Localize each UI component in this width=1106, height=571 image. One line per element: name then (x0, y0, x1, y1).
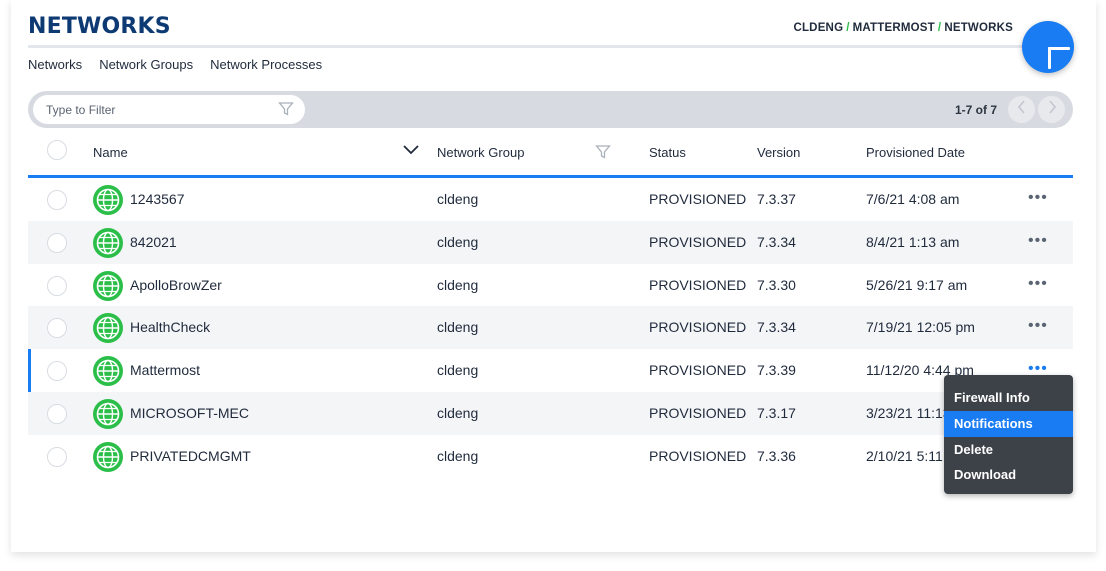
table-row[interactable]: 1243567 cldeng PROVISIONED 7.3.37 7/6/21… (28, 178, 1073, 221)
chevron-down-icon[interactable] (402, 144, 420, 159)
subnav-networks[interactable]: Networks (28, 57, 82, 72)
row-checkbox[interactable] (47, 232, 67, 253)
table-row[interactable]: ApolloBrowZer cldeng PROVISIONED 7.3.30 … (28, 264, 1073, 307)
network-name[interactable]: PRIVATEDCMGMT (130, 448, 251, 464)
column-header-name[interactable]: Name (93, 145, 128, 160)
breadcrumb-item-org[interactable]: CLDENG (793, 22, 843, 34)
network-name[interactable]: MICROSOFT-MEC (130, 405, 249, 421)
page-title: NETWORKS (28, 14, 171, 39)
network-group: cldeng (437, 362, 479, 379)
select-all-checkbox[interactable] (47, 140, 67, 160)
subnav-network-processes[interactable]: Network Processes (210, 57, 322, 72)
title-divider (28, 45, 1068, 48)
column-header-status[interactable]: Status (649, 145, 686, 160)
network-version: 7.3.37 (757, 191, 796, 207)
network-group: cldeng (437, 319, 479, 336)
network-version: 7.3.39 (757, 362, 796, 379)
sub-navigation: Networks Network Groups Network Processe… (28, 57, 322, 72)
provisioned-date: 8/4/21 1:13 am (866, 233, 960, 250)
filter-input[interactable] (33, 95, 305, 124)
network-status: PROVISIONED (649, 233, 747, 250)
column-header-provisioned-date[interactable]: Provisioned Date (866, 145, 965, 160)
table-row-selected[interactable]: Mattermost cldeng PROVISIONED 7.3.39 11/… (28, 349, 1073, 392)
globe-icon (92, 441, 124, 476)
menu-item-firewall-info[interactable]: Firewall Info (944, 385, 1073, 411)
network-group: cldeng (437, 447, 479, 464)
table-row[interactable]: PRIVATEDCMGMT cldeng PROVISIONED 7.3.36 … (28, 435, 1073, 478)
row-checkbox[interactable] (47, 275, 67, 296)
more-actions-button[interactable]: ••• (1028, 232, 1048, 250)
row-checkbox[interactable] (47, 361, 67, 382)
pagination-count: 1-7 of 7 (955, 103, 998, 117)
networks-table: Name Network Group Status Version Provis… (28, 135, 1073, 478)
menu-item-notifications[interactable]: Notifications (944, 410, 1073, 437)
menu-item-download[interactable]: Download (944, 462, 1073, 488)
provisioned-date: 5/26/21 9:17 am (866, 276, 968, 293)
network-version: 7.3.17 (757, 404, 796, 421)
more-actions-button[interactable]: ••• (1028, 189, 1048, 207)
provisioned-date: 7/19/21 12:05 pm (866, 319, 975, 336)
menu-item-delete[interactable]: Delete (944, 437, 1073, 463)
table-row[interactable]: HealthCheck cldeng PROVISIONED 7.3.34 7/… (28, 306, 1073, 350)
network-group: cldeng (437, 404, 479, 421)
network-name[interactable]: ApolloBrowZer (130, 277, 222, 293)
row-checkbox[interactable] (47, 446, 67, 467)
table-header: Name Network Group Status Version Provis… (28, 135, 1073, 178)
network-version: 7.3.36 (757, 447, 796, 464)
row-checkbox[interactable] (47, 318, 67, 339)
column-header-network-group[interactable]: Network Group (437, 145, 524, 160)
breadcrumb-separator: / (937, 22, 942, 34)
breadcrumb: CLDENG / MATTERMOST / NETWORKS (793, 22, 1013, 34)
more-actions-button[interactable]: ••• (1028, 317, 1048, 335)
active-row-indicator (28, 349, 31, 392)
breadcrumb-item-network[interactable]: MATTERMOST (853, 22, 935, 34)
chevron-right-icon (1046, 100, 1058, 119)
network-name[interactable]: HealthCheck (130, 319, 210, 335)
breadcrumb-item-current: NETWORKS (944, 22, 1013, 34)
funnel-icon[interactable] (278, 101, 294, 122)
network-name[interactable]: Mattermost (130, 362, 200, 378)
network-status: PROVISIONED (649, 319, 747, 336)
network-name[interactable]: 1243567 (130, 191, 185, 207)
funnel-icon[interactable] (595, 144, 611, 163)
globe-icon (92, 355, 124, 390)
breadcrumb-separator: / (846, 22, 850, 34)
row-actions-menu: Firewall Info Notifications Delete Downl… (944, 375, 1073, 494)
network-status: PROVISIONED (649, 362, 747, 379)
table-row[interactable]: MICROSOFT-MEC cldeng PROVISIONED 7.3.17 … (28, 391, 1073, 435)
globe-icon (92, 270, 124, 305)
provisioned-date: 7/6/21 4:08 am (866, 191, 960, 207)
subnav-network-groups[interactable]: Network Groups (99, 57, 193, 72)
next-page-button[interactable] (1038, 96, 1065, 123)
row-checkbox[interactable] (47, 403, 67, 424)
chevron-left-icon (1016, 100, 1028, 119)
network-version: 7.3.34 (757, 233, 796, 250)
network-status: PROVISIONED (649, 447, 747, 464)
globe-icon (92, 184, 124, 219)
network-status: PROVISIONED (649, 276, 747, 293)
column-header-version[interactable]: Version (757, 145, 800, 160)
network-group: cldeng (437, 233, 479, 250)
network-status: PROVISIONED (649, 191, 747, 207)
network-group: cldeng (437, 276, 479, 293)
network-name[interactable]: 842021 (130, 234, 177, 250)
network-version: 7.3.30 (757, 276, 796, 293)
network-group: cldeng (437, 191, 479, 207)
add-network-button[interactable] (1022, 21, 1074, 73)
globe-icon (92, 398, 124, 433)
globe-icon (92, 227, 124, 262)
network-status: PROVISIONED (649, 404, 747, 421)
network-version: 7.3.34 (757, 319, 796, 336)
prev-page-button[interactable] (1008, 96, 1035, 123)
globe-icon (92, 312, 124, 347)
table-row[interactable]: 842021 cldeng PROVISIONED 7.3.34 8/4/21 … (28, 220, 1073, 264)
filter-bar: 1-7 of 7 (28, 91, 1073, 128)
row-checkbox[interactable] (47, 190, 67, 210)
more-actions-button[interactable]: ••• (1028, 275, 1048, 293)
